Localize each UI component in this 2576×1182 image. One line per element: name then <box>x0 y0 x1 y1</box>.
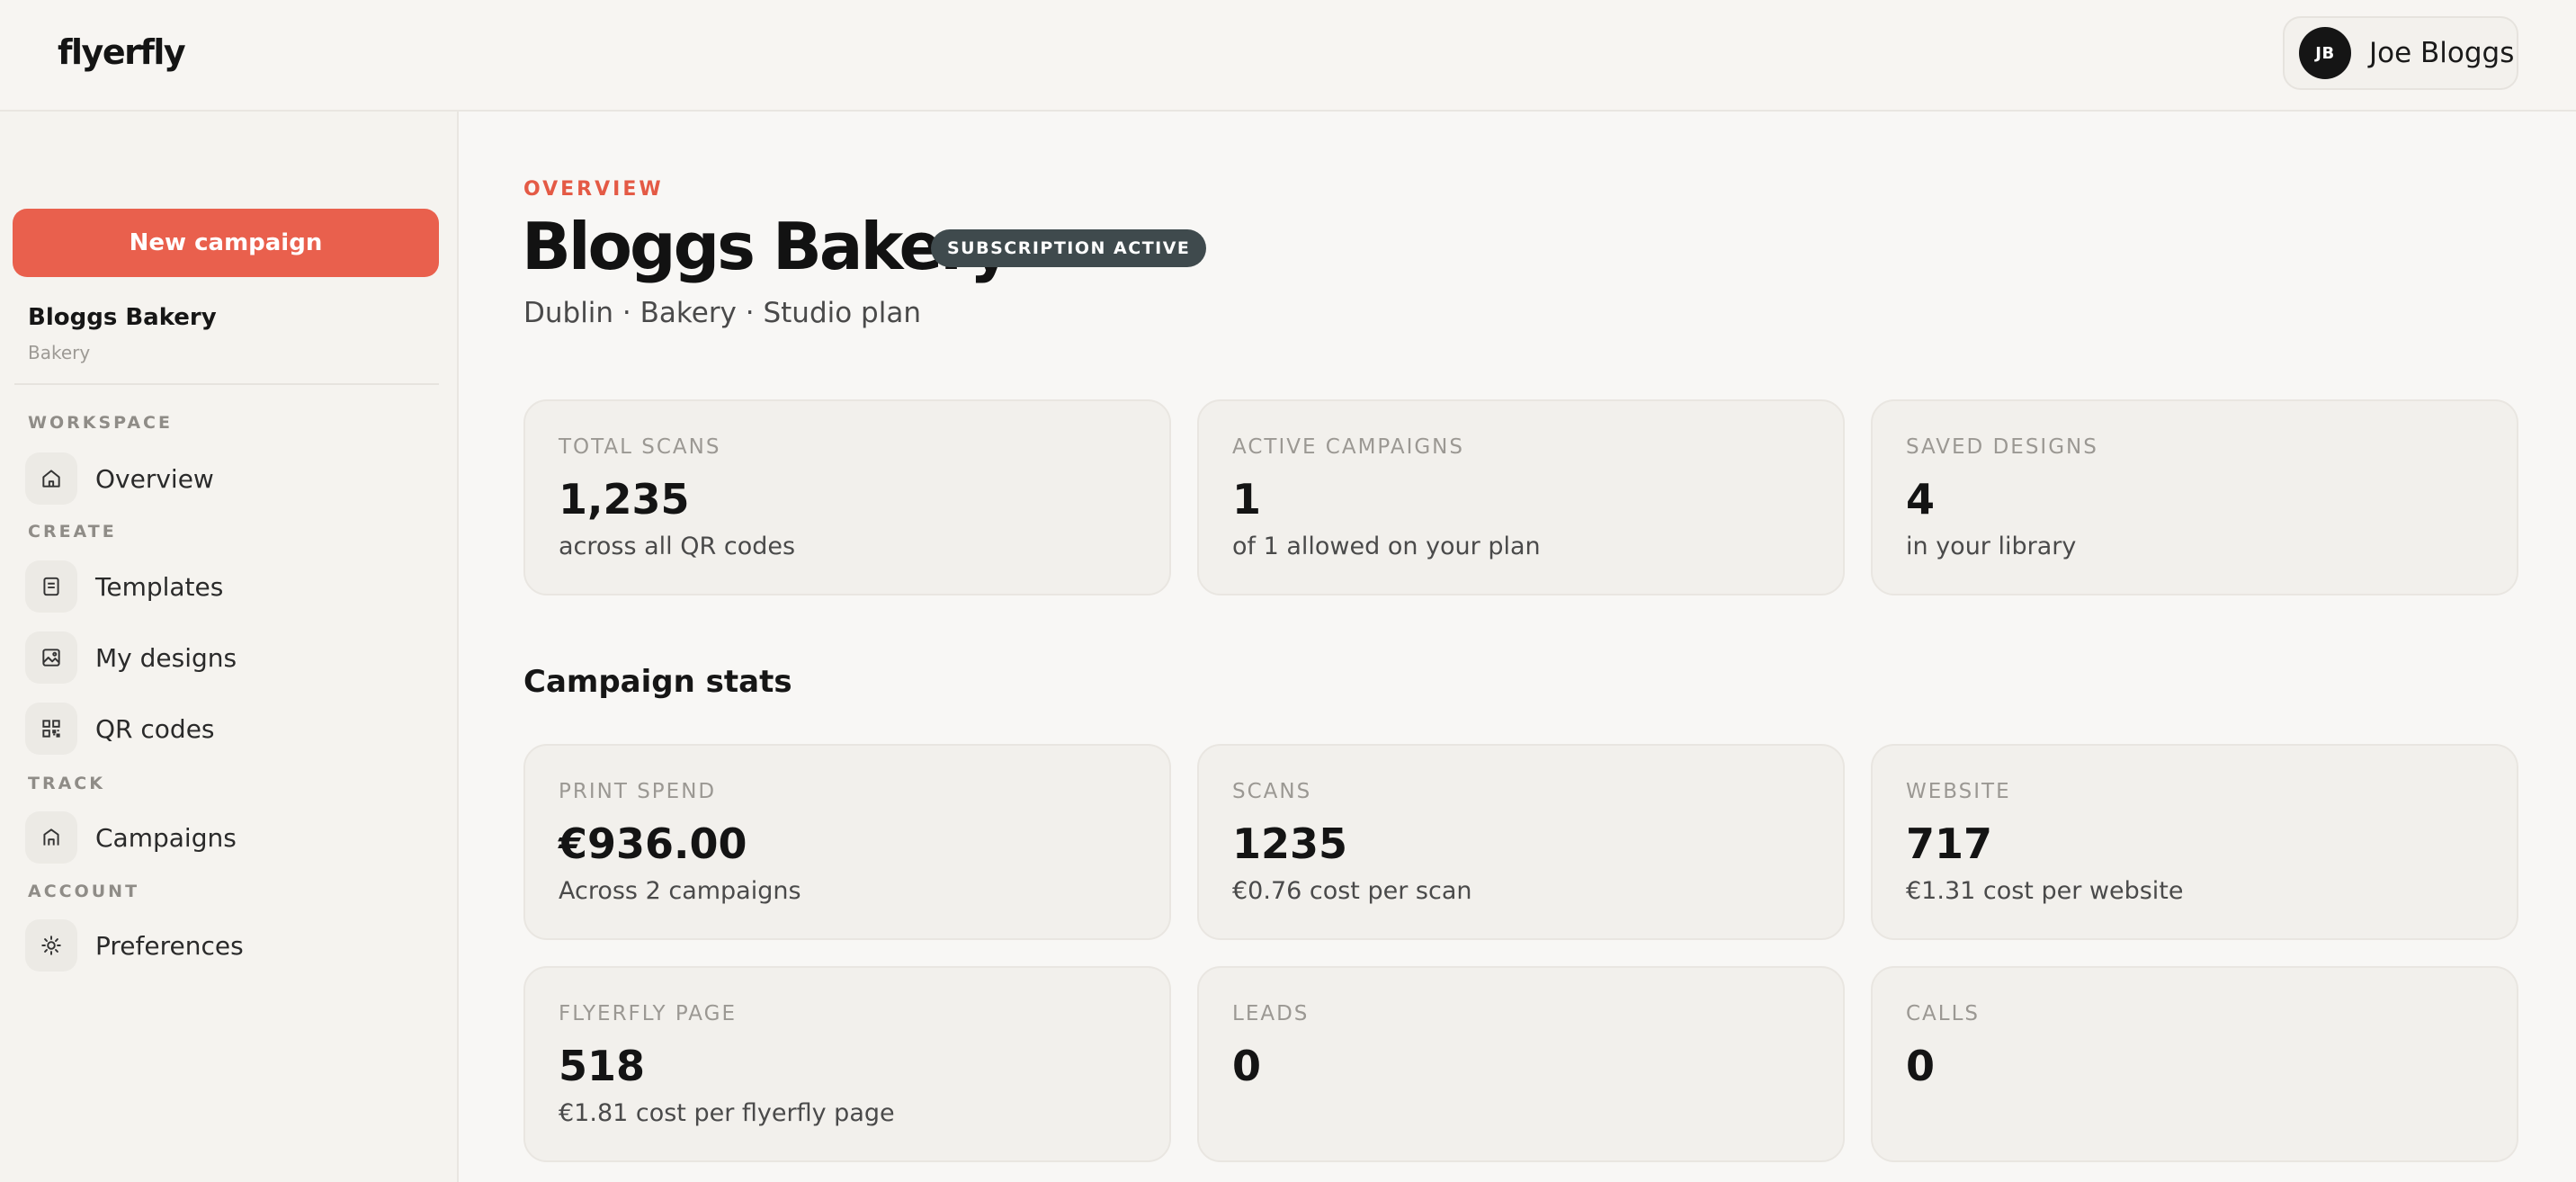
qr-code-icon <box>25 703 77 755</box>
sidebar-item-label: Preferences <box>95 930 244 961</box>
status-badge: SUBSCRIPTION ACTIVE <box>931 229 1207 267</box>
stat-card-saved-designs: SAVED DESIGNS 4 in your library <box>1871 399 2518 595</box>
top-bar: flyerfly JB Joe Bloggs <box>0 0 2576 112</box>
card-note: of 1 allowed on your plan <box>1232 533 1541 560</box>
card-label: SAVED DESIGNS <box>1906 435 2098 459</box>
sidebar-divider <box>14 383 439 385</box>
card-note: across all QR codes <box>559 533 796 560</box>
sidebar-item-label: Campaigns <box>95 822 237 853</box>
card-value: 0 <box>1232 1042 1262 1090</box>
card-value: 1235 <box>1232 819 1348 868</box>
sidebar-item-label: My designs <box>95 642 237 673</box>
campaign-icon <box>25 811 77 864</box>
sidebar-item-label: QR codes <box>95 713 215 744</box>
sidebar-item-label: Overview <box>95 463 214 494</box>
card-note: €1.81 cost per flyerfly page <box>559 1099 895 1127</box>
card-note: Across 2 campaigns <box>559 877 801 905</box>
sidebar-item-label: Templates <box>95 571 224 602</box>
sidebar-item-my-designs[interactable]: My designs <box>25 631 439 685</box>
stat-card-website: WEBSITE 717 €1.31 cost per website <box>1871 744 2518 940</box>
section-title-campaign-stats: Campaign stats <box>523 664 792 700</box>
card-label: FLYERFLY PAGE <box>559 1002 737 1025</box>
page-subtitle: Dublin · Bakery · Studio plan <box>523 297 921 329</box>
section-label-workspace: WORKSPACE <box>28 413 173 433</box>
section-label-create: CREATE <box>28 522 117 542</box>
business-category: Bakery <box>28 342 91 363</box>
card-value: 4 <box>1906 475 1936 524</box>
section-label-track: TRACK <box>28 774 105 793</box>
card-label: SCANS <box>1232 780 1312 803</box>
section-label-account: ACCOUNT <box>28 882 140 901</box>
card-label: PRINT SPEND <box>559 780 717 803</box>
stat-card-calls: CALLS 0 <box>1871 966 2518 1162</box>
card-label: LEADS <box>1232 1002 1310 1025</box>
user-menu[interactable]: JB Joe Bloggs <box>2283 16 2518 90</box>
sidebar-item-templates[interactable]: Templates <box>25 560 439 613</box>
sidebar-item-overview[interactable]: Overview <box>25 452 439 506</box>
stat-card-active-campaigns: ACTIVE CAMPAIGNS 1 of 1 allowed on your … <box>1197 399 1845 595</box>
card-value: 0 <box>1906 1042 1936 1090</box>
card-label: WEBSITE <box>1906 780 2011 803</box>
sidebar-item-preferences[interactable]: Preferences <box>25 918 439 972</box>
card-label: ACTIVE CAMPAIGNS <box>1232 435 1464 459</box>
card-value: 518 <box>559 1042 646 1090</box>
card-note: €0.76 cost per scan <box>1232 877 1472 905</box>
sun-icon <box>25 919 77 972</box>
user-name: Joe Bloggs <box>2369 37 2515 69</box>
card-value: €936.00 <box>559 819 747 868</box>
sidebar-item-qr-codes[interactable]: QR codes <box>25 702 439 756</box>
card-value: 1 <box>1232 475 1262 524</box>
image-icon <box>25 631 77 684</box>
card-note: in your library <box>1906 533 2077 560</box>
stat-card-total-scans: TOTAL SCANS 1,235 across all QR codes <box>523 399 1171 595</box>
card-value: 717 <box>1906 819 1993 868</box>
business-name: Bloggs Bakery <box>28 304 217 331</box>
card-label: TOTAL SCANS <box>559 435 721 459</box>
stat-card-scans: SCANS 1235 €0.76 cost per scan <box>1197 744 1845 940</box>
stat-card-print-spend: PRINT SPEND €936.00 Across 2 campaigns <box>523 744 1171 940</box>
card-label: CALLS <box>1906 1002 1981 1025</box>
sidebar-item-campaigns[interactable]: Campaigns <box>25 810 439 864</box>
sidebar: New campaign Bloggs Bakery Bakery WORKSP… <box>0 112 459 1182</box>
avatar: JB <box>2299 27 2351 79</box>
document-icon <box>25 560 77 613</box>
card-value: 1,235 <box>559 475 690 524</box>
page-eyebrow: OVERVIEW <box>523 178 664 201</box>
new-campaign-button[interactable]: New campaign <box>13 209 439 277</box>
stat-card-leads: LEADS 0 <box>1197 966 1845 1162</box>
home-icon <box>25 452 77 505</box>
app-logo[interactable]: flyerfly <box>58 32 186 72</box>
card-note: €1.31 cost per website <box>1906 877 2184 905</box>
stat-card-flyerfly-page: FLYERFLY PAGE 518 €1.81 cost per flyerfl… <box>523 966 1171 1162</box>
